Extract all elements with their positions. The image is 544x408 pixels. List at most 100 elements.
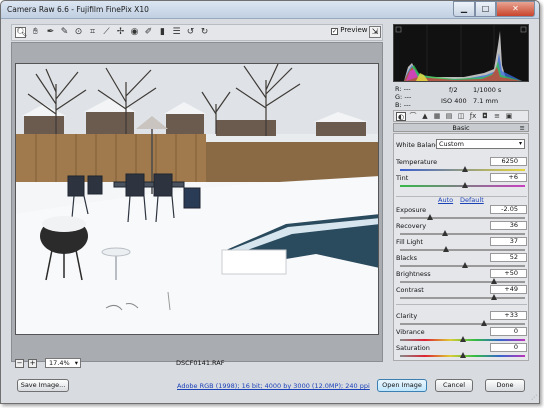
rotate-ccw-icon[interactable]: ↺ [185,27,196,38]
cancel-button[interactable]: Cancel [435,379,473,392]
window-title: Camera Raw 6.6 - Fujifilm FinePix X10 [7,5,149,14]
tab-effects[interactable]: ƒx [468,112,478,121]
minimize-button[interactable]: ▁ [453,1,475,17]
save-image-button[interactable]: Save Image... [17,379,69,392]
brightness-slider-track[interactable] [400,281,525,283]
tab-split-toning[interactable]: ▤ [444,112,454,121]
exposure-slider-row: Exposure -2.05 [396,205,527,222]
brightness-label: Brightness [396,270,431,278]
recovery-value-field[interactable]: 36 [490,221,527,230]
fill-light-slider-row: Fill Light 37 [396,237,527,254]
brightness-value-field[interactable]: +50 [490,269,527,278]
saturation-slider-thumb[interactable] [459,352,466,358]
tab-presets[interactable]: ≡ [492,112,502,121]
auto-link[interactable]: Auto [438,196,453,204]
temperature-value-field[interactable]: 6250 [490,157,527,166]
close-button[interactable]: ✕ [496,1,535,17]
tab-basic[interactable]: ◐ [396,112,406,121]
fill-light-slider-track[interactable] [400,249,525,251]
preview-status-bar: − + 17.4% ▾ DSCF0141.RAF [11,358,383,370]
preview-toggle[interactable]: ✓ Preview [331,26,367,35]
vibrance-value-field[interactable]: 0 [490,327,527,336]
tab-tone-curve[interactable]: ⌒ [408,112,418,121]
tint-slider-thumb[interactable] [462,182,468,188]
fill-light-label: Fill Light [396,238,423,246]
tab-snapshots[interactable]: ▣ [504,112,514,121]
fill-light-slider-thumb[interactable] [443,246,450,252]
tab-hsl[interactable]: ▦ [432,112,442,121]
clarity-slider-track[interactable] [400,323,525,325]
aperture-value: f/2 [449,86,458,94]
done-button[interactable]: Done [485,379,525,392]
vibrance-label: Vibrance [396,328,425,336]
vibrance-slider-row: Vibrance 0 [396,327,527,344]
zoom-out-button[interactable]: − [15,359,24,368]
photo-preview[interactable] [15,63,379,335]
default-link[interactable]: Default [460,196,484,204]
color-sampler-icon[interactable]: ✎ [59,27,70,38]
snowy-backyard-photo [16,64,378,334]
spot-removal-icon[interactable]: ✢ [115,27,126,38]
maximize-button[interactable]: □ [475,1,496,17]
panel-title: Basic [452,124,470,132]
blacks-slider-row: Blacks 52 [396,253,527,270]
blacks-slider-thumb[interactable] [462,262,468,268]
fullscreen-button[interactable]: ⇲ [369,26,381,38]
contrast-slider-track[interactable] [400,297,525,299]
exposure-slider-track[interactable] [400,217,525,219]
panel-menu-icon[interactable]: ≡ [520,124,525,132]
tint-value-field[interactable]: +6 [490,173,527,182]
red-eye-icon[interactable]: ◉ [129,27,140,38]
recovery-slider-track[interactable] [400,233,525,235]
tint-slider-row: Tint +6 [396,173,527,190]
straighten-icon[interactable]: ⟋ [101,27,112,38]
histogram [393,24,529,82]
zoom-level-select[interactable]: 17.4% ▾ [45,358,81,368]
crop-icon[interactable]: ⌗ [87,27,98,38]
rotate-cw-icon[interactable]: ↻ [199,27,210,38]
recovery-slider-row: Recovery 36 [396,221,527,238]
clarity-slider-thumb[interactable] [480,320,487,326]
workflow-options-link[interactable]: Adobe RGB (1998); 16 bit; 4000 by 3000 (… [177,382,370,390]
fill-light-value-field[interactable]: 37 [490,237,527,246]
panel-separator [396,196,527,197]
tool-bar: 🔍︎ ✋︎ ✒ ✎ ⊙ ⌗ ⟋ ✢ ◉ ✐ ▮ ☰ ↺ ↻ [11,24,383,41]
tab-lens[interactable]: ◫ [456,112,466,121]
vibrance-slider-thumb[interactable] [459,336,466,342]
contrast-slider-thumb[interactable] [490,294,497,300]
blacks-value-field[interactable]: 52 [490,253,527,262]
tab-camera-calibration[interactable]: ◘ [480,112,490,121]
clarity-slider-row: Clarity +33 [396,311,527,328]
adjustment-brush-icon[interactable]: ✐ [143,27,154,38]
temperature-slider-thumb[interactable] [462,166,468,172]
exposure-label: Exposure [396,206,427,214]
hand-icon[interactable]: ✋︎ [30,27,41,38]
tab-detail[interactable]: ▲ [420,112,430,121]
target-adjust-icon[interactable]: ⊙ [73,27,84,38]
preview-label: Preview [340,26,368,34]
contrast-slider-row: Contrast +49 [396,285,527,302]
graduated-filter-icon[interactable]: ▮ [157,27,168,38]
clarity-value-field[interactable]: +33 [490,311,527,320]
exposure-value-field[interactable]: -2.05 [490,205,527,214]
preview-checkbox[interactable]: ✓ [331,28,338,35]
camera-raw-window: Camera Raw 6.6 - Fujifilm FinePix X10 ▁ … [0,0,540,404]
temperature-slider-row: Temperature 6250 [396,157,527,174]
zoom-icon[interactable]: 🔍︎ [15,27,27,38]
white-balance-icon[interactable]: ✒ [45,27,56,38]
exposure-slider-thumb[interactable] [427,214,433,220]
contrast-label: Contrast [396,286,424,294]
resize-grip-icon[interactable]: ⋰ [531,394,537,401]
iso-value: ISO 400 [441,97,467,105]
brightness-slider-thumb[interactable] [490,278,497,284]
zoom-in-button[interactable]: + [28,359,37,368]
saturation-value-field[interactable]: 0 [490,343,527,352]
clarity-label: Clarity [396,312,418,320]
open-image-button[interactable]: Open Image [377,379,427,392]
preferences-icon[interactable]: ☰ [171,27,182,38]
recovery-slider-thumb[interactable] [442,230,448,236]
white-balance-select[interactable]: Custom ▾ [436,139,525,149]
chevron-down-icon: ▾ [518,140,522,147]
contrast-value-field[interactable]: +49 [490,285,527,294]
pixel-readout: R: --- G: --- B: --- f/2 1/1000 s ISO 40… [393,83,529,109]
